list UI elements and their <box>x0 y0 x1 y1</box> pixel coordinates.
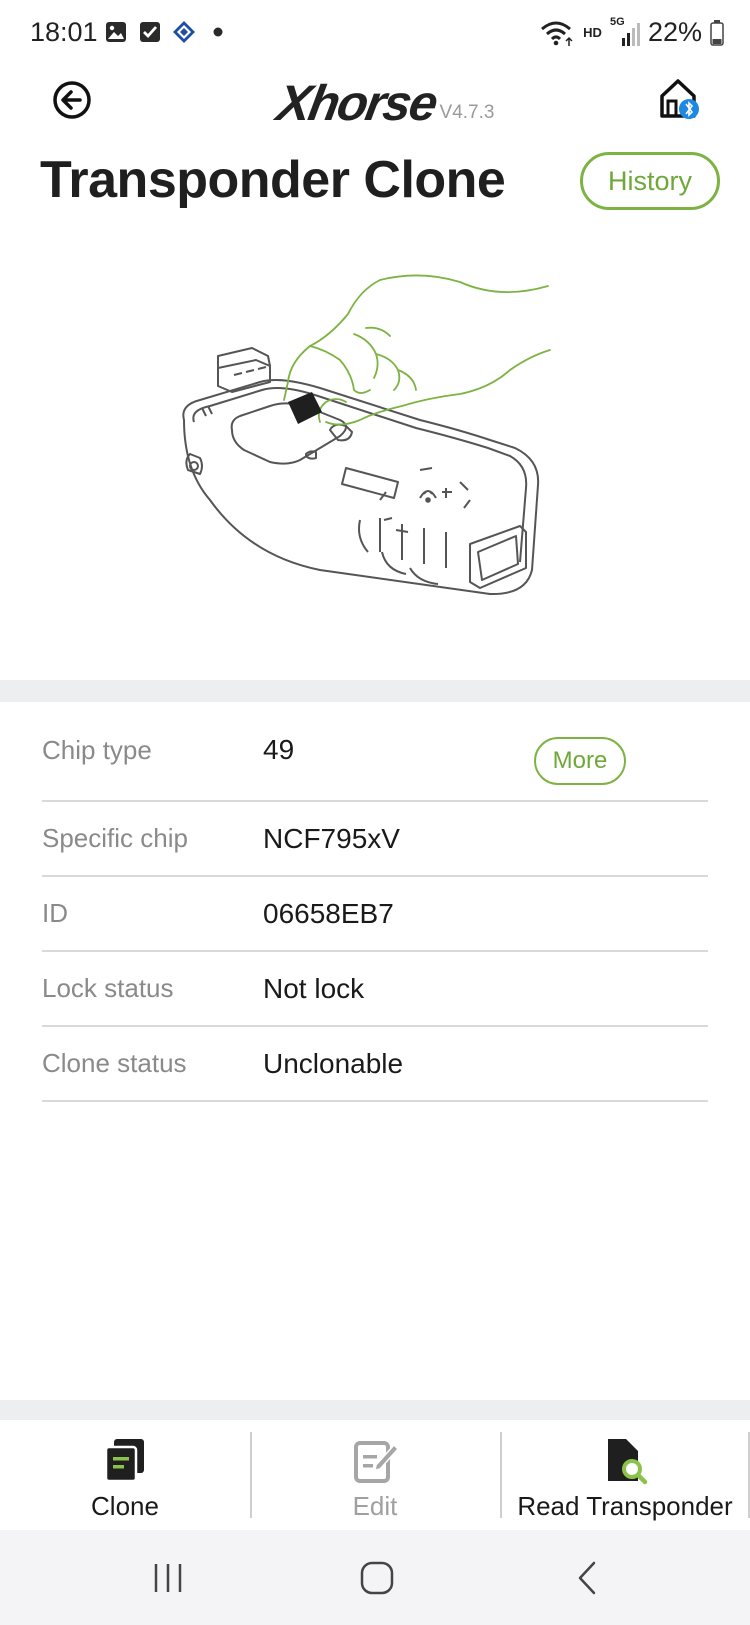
section-divider <box>0 680 750 702</box>
status-time: 18:01 <box>30 17 98 47</box>
transponder-info-table: Chip type 49 More Specific chip NCF795xV… <box>42 700 708 1102</box>
specific-chip-label: Specific chip <box>42 823 188 853</box>
tab-clone[interactable]: Clone <box>0 1420 250 1530</box>
tab-edit[interactable]: Edit <box>250 1420 500 1530</box>
back-button[interactable] <box>50 78 94 122</box>
info-row-chip-type: Chip type 49 More <box>42 700 708 802</box>
device-illustration <box>182 274 551 596</box>
app-version: V4.7.3 <box>439 102 495 123</box>
xhorse-logo: Xhorse V4.7.3 <box>273 68 495 131</box>
chip-type-value: 49 <box>263 734 295 765</box>
sams-club-icon <box>173 21 195 43</box>
signal-icon: 5G <box>610 16 640 48</box>
clone-status-label: Clone status <box>42 1048 187 1078</box>
info-row-id: ID 06658EB7 <box>42 877 708 952</box>
battery-icon <box>710 19 724 46</box>
edit-icon <box>354 1441 400 1483</box>
more-button[interactable]: More <box>534 737 626 785</box>
clone-icon <box>104 1439 144 1483</box>
system-navigation-bar <box>0 1530 750 1625</box>
notification-icons <box>104 20 230 44</box>
id-label: ID <box>42 898 68 928</box>
bottom-tab-bar: Clone Edit Read Transponder <box>0 1420 750 1530</box>
clone-status-value: Unclonable <box>263 1047 404 1079</box>
tab-read-transponder-label: Read Transponder <box>517 1491 733 1521</box>
info-row-specific-chip: Specific chip NCF795xV <box>42 802 708 877</box>
history-button[interactable]: History <box>580 152 720 210</box>
home-device-button[interactable] <box>658 76 700 122</box>
checkbox-notification-icon <box>140 22 160 42</box>
tab-read-transponder[interactable]: Read Transponder <box>500 1420 750 1530</box>
lock-status-value: Not lock <box>263 972 365 1004</box>
tabbar-divider <box>0 1400 750 1422</box>
info-row-lock-status: Lock status Not lock <box>42 952 708 1027</box>
hd-indicator: HD <box>583 25 602 40</box>
back-arrow-icon <box>53 81 91 119</box>
home-nav-icon[interactable] <box>357 1558 397 1598</box>
id-value: 06658EB7 <box>263 897 394 929</box>
read-transponder-icon <box>608 1439 648 1485</box>
page-title: Transponder Clone <box>40 151 506 209</box>
more-notifications-dot-icon <box>213 27 223 37</box>
gallery-icon <box>106 22 126 42</box>
system-status: HD 5G 22% <box>539 16 724 48</box>
recent-apps-icon[interactable] <box>148 1558 188 1598</box>
home-bluetooth-icon <box>660 79 699 119</box>
lock-status-label: Lock status <box>42 973 174 1003</box>
wifi-icon <box>541 21 573 46</box>
chip-type-label: Chip type <box>42 734 152 765</box>
battery-percent: 22% <box>647 17 702 47</box>
specific-chip-value: NCF795xV <box>263 822 400 854</box>
info-row-clone-status: Clone status Unclonable <box>42 1027 708 1102</box>
status-bar: 18:01 HD 5G 22% <box>0 0 750 68</box>
back-nav-icon[interactable] <box>568 1558 608 1598</box>
tab-clone-label: Clone <box>91 1491 159 1521</box>
tab-edit-label: Edit <box>352 1491 398 1521</box>
logo-wordmark: Xhorse <box>273 75 441 131</box>
